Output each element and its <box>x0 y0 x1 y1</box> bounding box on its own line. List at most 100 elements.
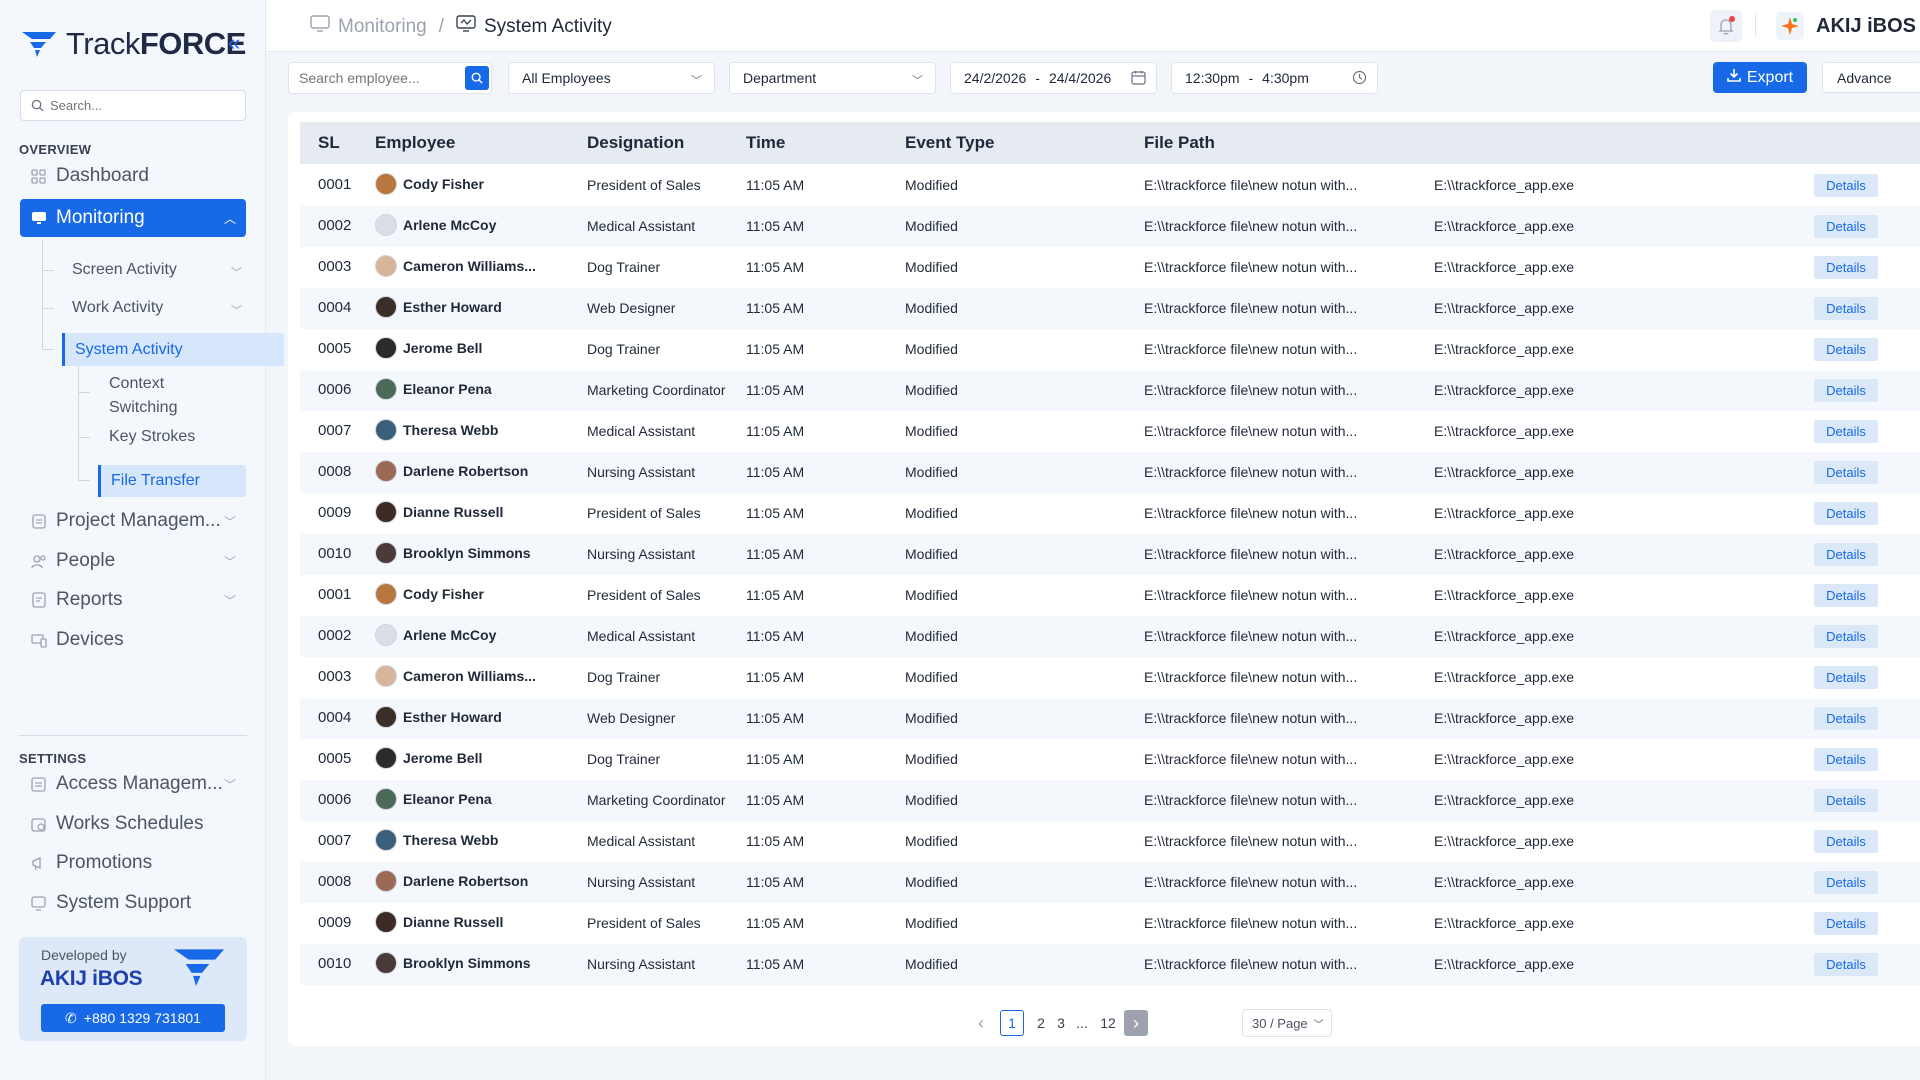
details-button[interactable]: Details <box>1814 953 1878 976</box>
page-1-button[interactable]: 1 <box>1000 1010 1024 1036</box>
row-employee[interactable]: Esther Howard <box>375 296 502 318</box>
sidebar-item-work-schedules[interactable]: Works Schedules <box>20 806 246 842</box>
details-button[interactable]: Details <box>1814 215 1878 238</box>
trackforce-logo[interactable]: TrackFORCE <box>20 26 246 62</box>
table-row[interactable]: 0003 Cameron Williams... Dog Trainer 11:05 … <box>300 657 1920 698</box>
details-button[interactable]: Details <box>1814 502 1878 525</box>
sidebar-item-access-management[interactable]: Access Managem... ﹀ <box>20 766 246 802</box>
details-button[interactable]: Details <box>1814 789 1878 812</box>
prev-page-button[interactable]: ‹ <box>972 1010 990 1036</box>
details-button[interactable]: Details <box>1814 748 1878 771</box>
details-button[interactable]: Details <box>1814 584 1878 607</box>
sidebar-item-system-support[interactable]: System Support <box>20 885 246 921</box>
table-row[interactable]: 0002 Arlene McCoy Medical Assistant 11:05 A… <box>300 206 1920 247</box>
details-button[interactable]: Details <box>1814 420 1878 443</box>
row-employee[interactable]: Arlene McCoy <box>375 214 496 236</box>
details-button[interactable]: Details <box>1814 543 1878 566</box>
sidebar-item-work-activity[interactable]: Work Activity ﹀ <box>72 299 242 317</box>
row-employee[interactable]: Brooklyn Simmons <box>375 952 531 974</box>
details-button[interactable]: Details <box>1814 871 1878 894</box>
table-row[interactable]: 0001 Cody Fisher President of Sales 11:05 A… <box>300 575 1920 616</box>
table-row[interactable]: 0006 Eleanor Pena Marketing Coordinator 11:… <box>300 780 1920 821</box>
sidebar-item-system-activity[interactable]: System Activity <box>62 333 284 366</box>
details-button[interactable]: Details <box>1814 338 1878 361</box>
sidebar-item-monitoring[interactable]: Monitoring ︿ <box>20 199 246 237</box>
details-button[interactable]: Details <box>1814 379 1878 402</box>
row-employee[interactable]: Darlene Robertson <box>375 870 528 892</box>
sidebar-item-screen-activity[interactable]: Screen Activity ﹀ <box>72 261 242 279</box>
phone-button[interactable]: ✆ +880 1329 731801 <box>41 1004 225 1032</box>
row-employee[interactable]: Dianne Russell <box>375 501 503 523</box>
table-row[interactable]: 0009 Dianne Russell President of Sales 11:0… <box>300 493 1920 534</box>
sidebar-item-context-switching[interactable]: Context Switching <box>109 372 177 420</box>
row-employee[interactable]: Theresa Webb <box>375 419 498 441</box>
sidebar-item-project-management[interactable]: Project Managem... ﹀ <box>20 503 246 539</box>
table-row[interactable]: 0002 Arlene McCoy Medical Assistant 11:05 A… <box>300 616 1920 657</box>
row-employee[interactable]: Brooklyn Simmons <box>375 542 531 564</box>
table-row[interactable]: 0008 Darlene Robertson Nursing Assistant 11… <box>300 862 1920 903</box>
table-row[interactable]: 0004 Esther Howard Web Designer 11:05 AM Mod… <box>300 698 1920 739</box>
employee-search-input[interactable] <box>289 70 459 86</box>
page-3-button[interactable]: 3 <box>1054 1010 1068 1036</box>
row-employee[interactable]: Dianne Russell <box>375 911 503 933</box>
details-button[interactable]: Details <box>1814 912 1878 935</box>
company-switcher[interactable]: AKIJ iBOS <box>1776 12 1916 40</box>
date-range-picker[interactable]: 24/2/2026 - 24/4/2026 <box>950 62 1157 94</box>
row-employee[interactable]: Cody Fisher <box>375 173 484 195</box>
table-row[interactable]: 0004 Esther Howard Web Designer 11:05 AM Mod… <box>300 288 1920 329</box>
row-employee[interactable]: Cameron Williams... <box>375 255 536 277</box>
table-row[interactable]: 0010 Brooklyn Simmons Nursing Assistant 11:… <box>300 534 1920 575</box>
row-employee[interactable]: Jerome Bell <box>375 747 482 769</box>
department-select[interactable]: Department ﹀ <box>729 62 936 94</box>
table-row[interactable]: 0005 Jerome Bell Dog Trainer 11:05 AM Modifi… <box>300 739 1920 780</box>
sidebar-item-people[interactable]: People ﹀ <box>20 543 246 579</box>
advance-button[interactable]: Advance <box>1822 62 1920 93</box>
row-employee[interactable]: Arlene McCoy <box>375 624 496 646</box>
notification-button[interactable] <box>1710 10 1742 42</box>
sidebar-item-devices[interactable]: Devices <box>20 622 246 658</box>
row-employee[interactable]: Esther Howard <box>375 706 502 728</box>
details-button[interactable]: Details <box>1814 707 1878 730</box>
details-button[interactable]: Details <box>1814 256 1878 279</box>
table-row[interactable]: 0009 Dianne Russell President of Sales 11:0… <box>300 903 1920 944</box>
sidebar-item-file-transfer[interactable]: File Transfer <box>98 465 246 497</box>
table-row[interactable]: 0003 Cameron Williams... Dog Trainer 11:05 … <box>300 247 1920 288</box>
sidebar-item-key-strokes[interactable]: Key Strokes <box>109 428 195 446</box>
search-button[interactable] <box>465 66 489 90</box>
row-employee[interactable]: Darlene Robertson <box>375 460 528 482</box>
next-page-button[interactable]: › <box>1124 1010 1148 1036</box>
details-button[interactable]: Details <box>1814 625 1878 648</box>
table-row[interactable]: 0008 Darlene Robertson Nursing Assistant 11… <box>300 452 1920 493</box>
per-page-select[interactable]: 30 / Page ﹀ <box>1242 1009 1332 1037</box>
row-employee[interactable]: Eleanor Pena <box>375 788 492 810</box>
row-employee[interactable]: Cameron Williams... <box>375 665 536 687</box>
sidebar-search-input[interactable] <box>50 98 230 113</box>
table-row[interactable]: 0007 Theresa Webb Medical Assistant 11:05 A… <box>300 411 1920 452</box>
table-row[interactable]: 0001 Cody Fisher President of Sales 11:05 A… <box>300 165 1920 206</box>
export-button[interactable]: Export <box>1713 62 1807 93</box>
row-employee[interactable]: Cody Fisher <box>375 583 484 605</box>
details-button[interactable]: Details <box>1814 174 1878 197</box>
table-row[interactable]: 0006 Eleanor Pena Marketing Coordinator 11:… <box>300 370 1920 411</box>
breadcrumb-monitoring[interactable]: Monitoring <box>338 16 427 38</box>
details-button[interactable]: Details <box>1814 666 1878 689</box>
details-button[interactable]: Details <box>1814 297 1878 320</box>
table-row[interactable]: 0007 Theresa Webb Medical Assistant 11:05 A… <box>300 821 1920 862</box>
sidebar-item-reports[interactable]: Reports ﹀ <box>20 582 246 618</box>
page-12-button[interactable]: 12 <box>1098 1010 1118 1036</box>
time-range-picker[interactable]: 12:30pm - 4:30pm <box>1171 62 1378 94</box>
sidebar-item-promotions[interactable]: Promotions <box>20 845 246 881</box>
row-employee[interactable]: Eleanor Pena <box>375 378 492 400</box>
collapse-sidebar-icon[interactable]: « <box>228 30 240 56</box>
details-button[interactable]: Details <box>1814 830 1878 853</box>
employees-select[interactable]: All Employees ﹀ <box>508 62 715 94</box>
table-row[interactable]: 0005 Jerome Bell Dog Trainer 11:05 AM Modifi… <box>300 329 1920 370</box>
details-button[interactable]: Details <box>1814 461 1878 484</box>
row-employee[interactable]: Theresa Webb <box>375 829 498 851</box>
sidebar-search[interactable] <box>20 90 246 121</box>
employee-search[interactable] <box>288 62 492 94</box>
row-employee[interactable]: Jerome Bell <box>375 337 482 359</box>
table-row[interactable]: 0010 Brooklyn Simmons Nursing Assistant 11:… <box>300 944 1920 985</box>
sidebar-item-dashboard[interactable]: Dashboard <box>20 158 246 194</box>
page-2-button[interactable]: 2 <box>1034 1010 1048 1036</box>
